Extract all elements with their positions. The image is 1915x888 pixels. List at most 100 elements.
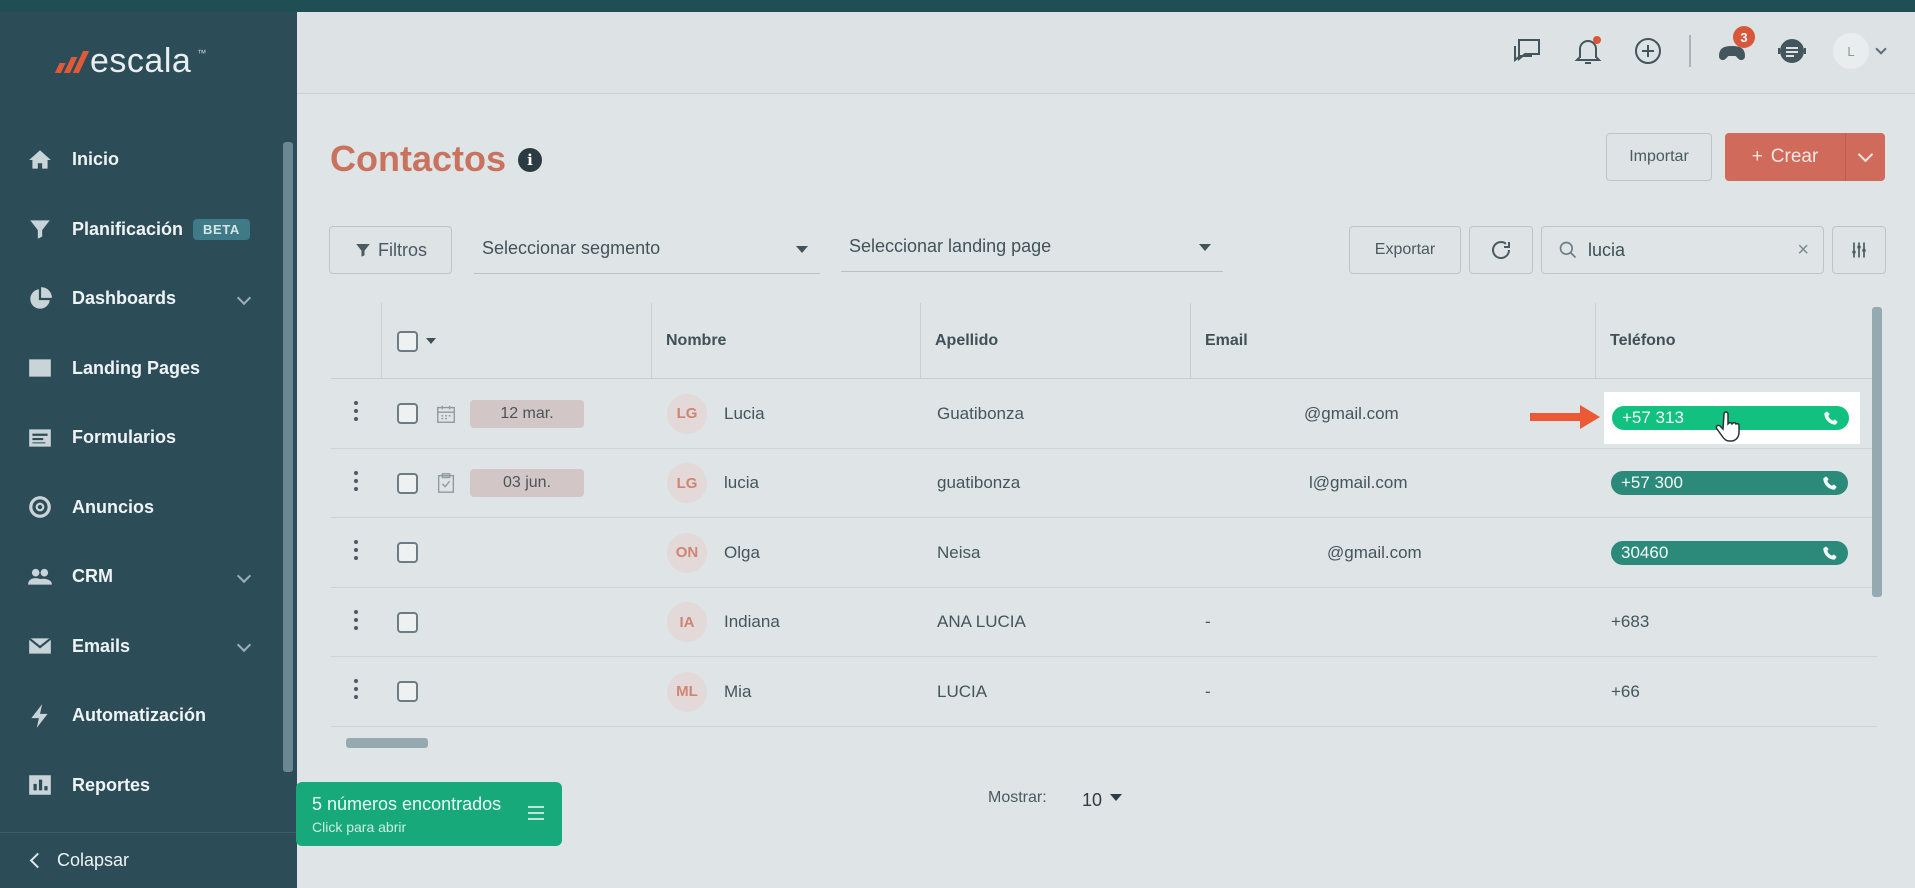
sidebar-item-planificacion[interactable]: Planificación BETA xyxy=(0,195,283,265)
row-checkbox[interactable] xyxy=(397,681,418,702)
page-title: Contactos xyxy=(330,138,507,179)
table-row[interactable]: ON Olga Neisa @gmail.com 30460 xyxy=(331,518,1877,588)
plus-icon: + xyxy=(1751,146,1763,167)
table-row[interactable]: ML Mia LUCIA - +66 xyxy=(331,657,1877,727)
row-checkbox[interactable] xyxy=(397,472,418,494)
column-settings-button[interactable] xyxy=(1832,226,1886,274)
support-chat-icon[interactable] xyxy=(1773,32,1811,70)
row-menu-icon[interactable] xyxy=(354,540,360,560)
clipboard-check-icon xyxy=(435,472,457,494)
page-size-select[interactable]: 10 xyxy=(1082,790,1123,811)
refresh-icon xyxy=(1492,241,1511,259)
contact-avatar: ML xyxy=(667,671,707,712)
logo-text: escala xyxy=(90,42,192,80)
sidebar-item-label: Planificación xyxy=(72,218,184,239)
cell-apellido: guatibonza xyxy=(937,473,1021,492)
date-pill: 03 jun. xyxy=(470,469,584,497)
sidebar-item-anuncios[interactable]: Anuncios xyxy=(0,473,283,543)
sidebar-nav: Inicio Planificación BETA Dashboards Lan… xyxy=(0,125,283,820)
column-header-apellido[interactable]: Apellido xyxy=(921,303,998,379)
phone-icon xyxy=(1822,475,1838,491)
row-menu-icon[interactable] xyxy=(354,679,360,699)
row-checkbox[interactable] xyxy=(397,542,418,563)
chat-bubbles-icon[interactable] xyxy=(1509,32,1547,70)
sidebar-item-automatizacion[interactable]: Automatización xyxy=(0,681,283,751)
phone-number: 30460 xyxy=(1621,542,1669,562)
caret-down-icon xyxy=(1110,794,1123,801)
top-header: 3 L xyxy=(297,12,1915,94)
search-icon xyxy=(1559,241,1577,259)
sidebar-item-landing-pages[interactable]: Landing Pages xyxy=(0,334,283,404)
cell-apellido: ANA LUCIA xyxy=(937,612,1026,631)
table-vertical-scrollbar[interactable] xyxy=(1872,307,1882,597)
cell-nombre: Indiana xyxy=(724,612,780,631)
chevron-down-icon xyxy=(236,638,252,653)
chevron-down-icon xyxy=(236,290,252,305)
sidebar-item-label: Landing Pages xyxy=(72,357,201,378)
filters-label: Filtros xyxy=(378,239,427,260)
create-button[interactable]: + Crear xyxy=(1725,133,1885,181)
gamepad-icon[interactable]: 3 xyxy=(1713,26,1755,70)
column-header-nombre[interactable]: Nombre xyxy=(652,303,726,379)
row-menu-icon[interactable] xyxy=(354,609,360,630)
lightning-icon xyxy=(26,703,54,728)
landing-placeholder: Seleccionar landing page xyxy=(849,236,1052,256)
sliders-icon xyxy=(1852,242,1866,258)
cell-apellido: LUCIA xyxy=(937,681,988,701)
add-circle-icon[interactable] xyxy=(1629,32,1667,70)
select-all-header[interactable] xyxy=(397,303,436,379)
sidebar-item-formularios[interactable]: Formularios xyxy=(0,403,283,473)
phone-pill[interactable]: 30460 xyxy=(1611,540,1848,565)
create-dropdown-toggle[interactable] xyxy=(1845,133,1885,181)
row-checkbox[interactable] xyxy=(397,611,418,633)
cell-email: @gmail.com xyxy=(1327,542,1422,562)
calendar-icon xyxy=(435,403,457,425)
import-button[interactable]: Importar xyxy=(1606,133,1712,181)
bell-icon[interactable] xyxy=(1569,32,1607,70)
export-button[interactable]: Exportar xyxy=(1349,226,1461,274)
refresh-button[interactable] xyxy=(1469,226,1533,274)
cell-email: - xyxy=(1205,681,1211,701)
select-all-checkbox[interactable] xyxy=(397,330,418,352)
funnel-icon xyxy=(356,244,370,257)
collapse-sidebar-button[interactable]: Colapsar xyxy=(0,832,297,888)
collapse-label: Colapsar xyxy=(57,850,130,870)
contacts-table: Nombre Apellido Email Teléfono 12 mar. L… xyxy=(331,303,1877,727)
sidebar-item-reportes[interactable]: Reportes xyxy=(0,751,283,821)
cell-nombre: lucia xyxy=(724,473,759,492)
segment-select[interactable]: Seleccionar segmento xyxy=(474,224,820,274)
caret-down-icon[interactable] xyxy=(426,338,436,344)
row-menu-icon[interactable] xyxy=(354,470,360,491)
cell-apellido: Neisa xyxy=(937,542,981,562)
user-avatar[interactable]: L xyxy=(1833,33,1869,69)
sidebar-item-label: Automatización xyxy=(72,705,207,726)
phone-pill[interactable]: +57 300 xyxy=(1611,471,1848,495)
search-box[interactable]: × xyxy=(1541,226,1824,274)
column-header-email[interactable]: Email xyxy=(1191,303,1248,379)
sidebar-item-crm[interactable]: CRM xyxy=(0,542,283,612)
sidebar: escala ™ Inicio Planificación BETA Dashb… xyxy=(0,12,297,888)
column-header-telefono[interactable]: Teléfono xyxy=(1596,303,1675,379)
table-row[interactable]: IA Indiana ANA LUCIA - +683 xyxy=(331,588,1877,657)
contact-avatar: IA xyxy=(667,602,707,642)
clear-search-icon[interactable]: × xyxy=(1797,239,1809,262)
row-menu-icon[interactable] xyxy=(354,401,360,421)
table-row[interactable]: 03 jun. LG lucia guatibonza l@gmail.com … xyxy=(331,449,1877,518)
phone-number: +57 300 xyxy=(1621,473,1683,492)
bar-report-icon xyxy=(26,773,54,797)
search-input[interactable] xyxy=(1588,239,1788,261)
info-icon[interactable]: i xyxy=(518,148,542,172)
numbers-found-banner[interactable]: 5 números encontrados Click para abrir xyxy=(296,782,562,846)
create-main[interactable]: + Crear xyxy=(1725,133,1845,181)
row-checkbox[interactable] xyxy=(397,403,418,424)
logo[interactable]: escala ™ xyxy=(54,42,206,81)
sidebar-scrollbar[interactable] xyxy=(283,142,293,772)
filters-button[interactable]: Filtros xyxy=(329,226,452,274)
sidebar-item-emails[interactable]: Emails xyxy=(0,612,283,682)
pie-chart-icon xyxy=(26,286,54,311)
landing-page-select[interactable]: Seleccionar landing page xyxy=(841,222,1223,272)
sidebar-item-inicio[interactable]: Inicio xyxy=(0,125,283,195)
table-horizontal-scrollbar[interactable] xyxy=(346,738,428,748)
sidebar-item-dashboards[interactable]: Dashboards xyxy=(0,264,283,334)
chevron-down-icon[interactable] xyxy=(1875,43,1887,55)
